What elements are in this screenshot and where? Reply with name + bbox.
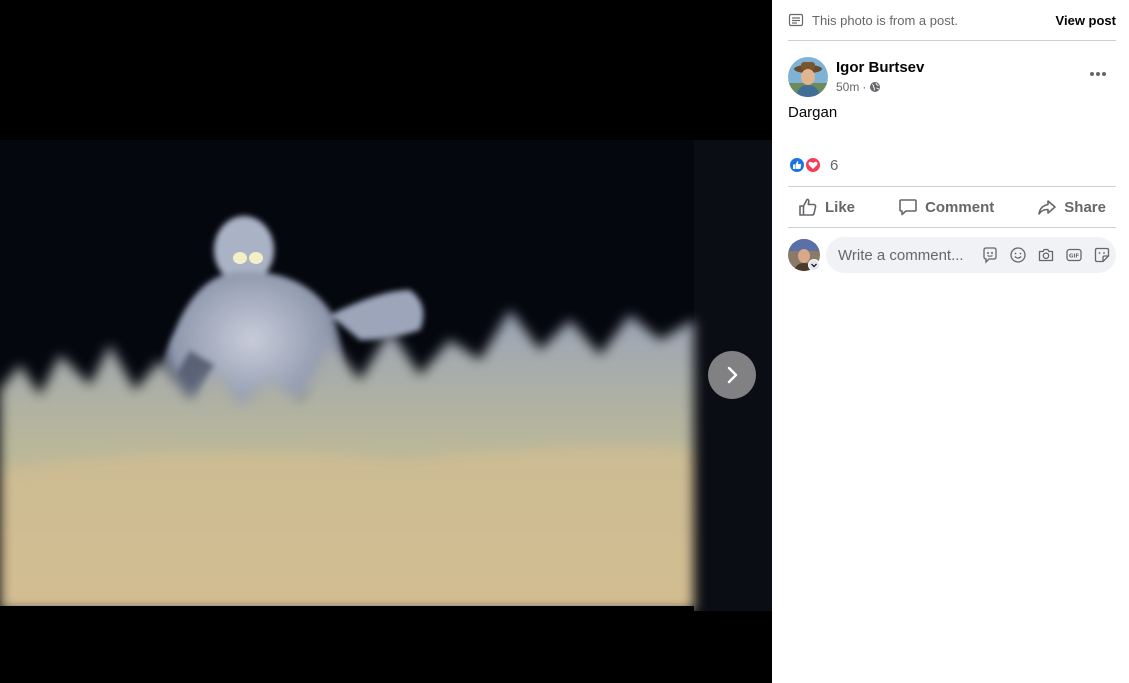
share-arrow-icon [1038,200,1057,215]
emoji-icon[interactable] [1004,241,1032,269]
chevron-right-icon [727,366,738,384]
share-label: Share [1064,198,1106,216]
next-photo-button[interactable] [708,351,756,399]
avatar-sticker-icon[interactable] [976,241,1004,269]
comment-input[interactable] [838,246,974,264]
meta-separator: · [862,80,867,94]
like-label: Like [825,198,856,216]
comment-tools: GIF [976,241,1116,269]
comment-bubble-icon [899,199,917,216]
post-notice-bar: This photo is from a post. View post [788,0,1116,41]
thumbs-up-icon [799,198,817,216]
post-panel: This photo is from a post. View post Igo… [772,0,1129,683]
sticker-icon[interactable] [1088,241,1116,269]
night-vision-photo [0,140,772,611]
more-dots-icon [1090,72,1106,76]
camera-icon[interactable] [1032,241,1060,269]
post-actions-bar: Like Comment Share [788,186,1116,228]
comment-composer: GIF [788,237,1116,273]
view-post-link[interactable]: View post [1056,13,1116,28]
comment-button[interactable]: Comment [888,187,1004,227]
reactions-summary[interactable]: 6 [788,155,838,175]
post-caption: Dargan [788,104,838,121]
globe-icon [870,82,881,92]
author-name[interactable]: Igor Burtsev [836,59,924,76]
author-avatar[interactable] [788,57,828,97]
comment-box: GIF [826,237,1116,273]
post-photo[interactable] [0,140,772,611]
chevron-down-icon[interactable] [808,259,820,271]
post-time[interactable]: 50m [836,80,859,94]
svg-text:GIF: GIF [1069,254,1080,260]
post-header: Igor Burtsev 50m · [788,56,1116,98]
more-options-button[interactable] [1086,62,1110,86]
like-button[interactable]: Like [788,187,865,227]
reaction-count: 6 [830,156,839,174]
comment-label: Comment [925,198,995,216]
notice-text: This photo is from a post. [812,12,958,28]
post-meta: 50m · [836,80,881,94]
photo-viewer [0,0,772,683]
post-icon [788,12,804,28]
gif-icon[interactable]: GIF [1060,241,1088,269]
share-button[interactable]: Share [1027,187,1116,227]
love-reaction-icon [804,156,822,174]
